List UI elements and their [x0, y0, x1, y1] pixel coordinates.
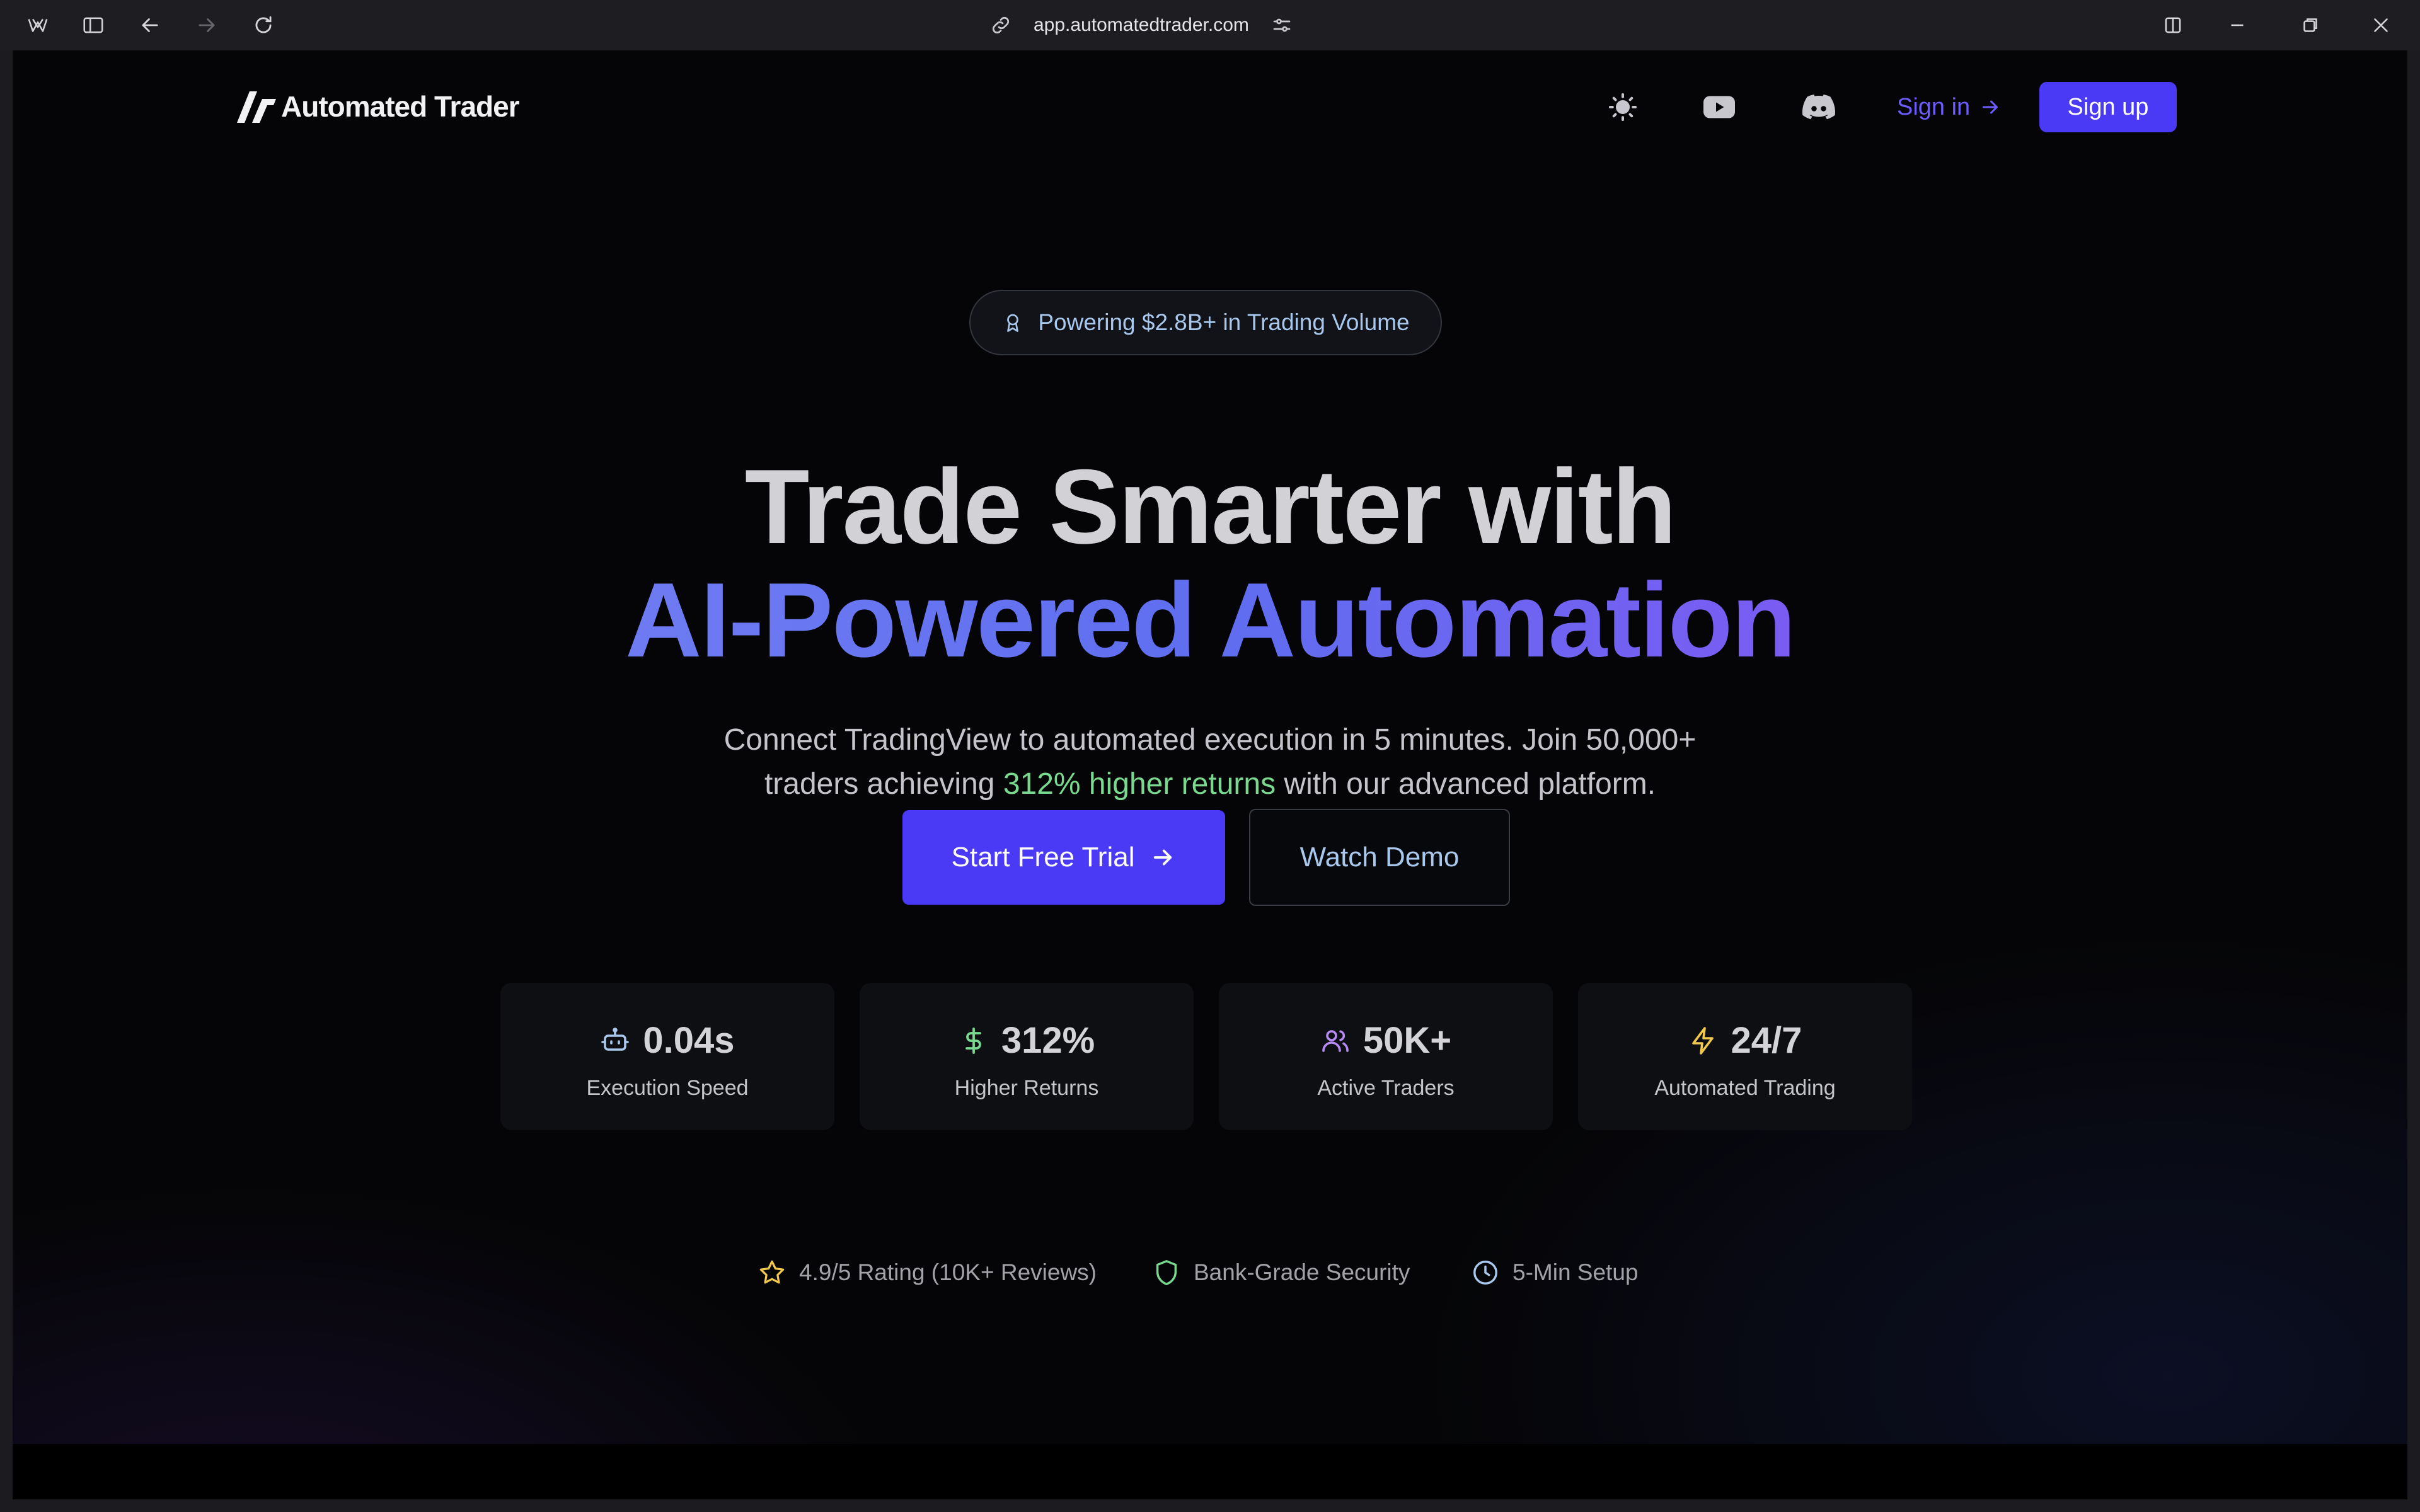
dollar-icon [965, 1027, 981, 1054]
arrow-right-icon [1154, 849, 1172, 866]
hero-title-line2: AI-Powered Automation [13, 567, 2407, 673]
trust-rating-text: 4.9/5 Rating (10K+ Reviews) [799, 1259, 1097, 1285]
trust-rating: 4.9/5 Rating (10K+ Reviews) [758, 1254, 1097, 1292]
trust-setup: 5-Min Setup [1471, 1254, 1639, 1292]
theme-toggle-icon[interactable] [1602, 88, 1644, 126]
arrow-right-icon [1983, 100, 1998, 114]
sidebar-toggle-icon[interactable] [77, 9, 110, 42]
minimize-icon[interactable] [2221, 9, 2254, 42]
stat-label: Active Traders [1317, 1076, 1455, 1100]
volume-badge-text: Powering $2.8B+ in Trading Volume [1038, 309, 1410, 335]
site-logo[interactable]: Automated Trader [234, 87, 520, 126]
subtitle-pre: traders achieving [764, 767, 1003, 801]
stat-value: 0.04s [643, 1020, 735, 1061]
trust-setup-text: 5-Min Setup [1512, 1259, 1639, 1285]
award-icon [1007, 314, 1019, 332]
sign-up-button[interactable]: Sign up [2039, 82, 2177, 132]
restore-icon[interactable] [2294, 9, 2327, 42]
trust-security: Bank-Grade Security [1152, 1254, 1410, 1292]
url-text[interactable]: app.automatedtrader.com [1034, 14, 1249, 36]
logo-text: Automated Trader [281, 90, 520, 123]
back-icon[interactable] [134, 9, 166, 42]
browser-logo-icon[interactable] [21, 9, 54, 42]
stat-card-automated-trading: 24/7 Automated Trading [1578, 983, 1912, 1130]
link-icon [992, 16, 1010, 34]
stat-value: 24/7 [1731, 1020, 1802, 1061]
stat-label: Higher Returns [954, 1076, 1099, 1100]
forward-icon[interactable] [190, 9, 223, 42]
star-icon [759, 1260, 785, 1284]
volume-badge: Powering $2.8B+ in Trading Volume [969, 290, 1442, 355]
page-bottom-band [13, 1444, 2407, 1499]
hero-subtitle-line2: traders achieving 312% higher returns wi… [13, 762, 2407, 806]
stat-card-higher-returns: 312% Higher Returns [860, 983, 1194, 1130]
clock-icon [1473, 1261, 1497, 1285]
watch-demo-button[interactable]: Watch Demo [1249, 809, 1510, 906]
stat-label: Execution Speed [586, 1076, 749, 1100]
shield-icon [1156, 1260, 1177, 1285]
sign-in-label: Sign in [1897, 93, 1971, 120]
stat-card-active-traders: 50K+ Active Traders [1219, 983, 1553, 1130]
hero-title-line1: Trade Smarter with [744, 447, 1677, 566]
lightning-icon [1691, 1026, 1714, 1055]
close-icon[interactable] [2365, 9, 2397, 42]
stat-value: 50K+ [1363, 1020, 1452, 1061]
subtitle-highlight: 312% higher returns [1003, 767, 1276, 801]
trust-security-text: Bank-Grade Security [1194, 1259, 1410, 1285]
hero-title-gradient-text: AI-Powered Automation [625, 561, 1796, 679]
robot-icon [601, 1027, 630, 1051]
watch-demo-label: Watch Demo [1299, 842, 1460, 873]
users-icon [1322, 1029, 1349, 1052]
stat-value: 312% [1001, 1020, 1095, 1061]
hero-subtitle-line1: Connect TradingView to automated executi… [723, 723, 1697, 757]
stat-label: Automated Trading [1654, 1076, 1836, 1100]
site-settings-icon[interactable] [1270, 14, 1293, 37]
reload-icon[interactable] [247, 9, 280, 42]
start-free-trial-label: Start Free Trial [951, 842, 1135, 873]
address-bar[interactable]: app.automatedtrader.com [989, 8, 1323, 43]
split-view-icon[interactable] [2157, 9, 2189, 42]
start-free-trial-button[interactable]: Start Free Trial [902, 810, 1225, 905]
stat-card-execution-speed: 0.04s Execution Speed [500, 983, 834, 1130]
sign-in-link[interactable]: Sign in [1897, 89, 2002, 125]
sign-up-label: Sign up [2067, 93, 2149, 120]
discord-icon[interactable] [1796, 88, 1841, 126]
subtitle-post: with our advanced platform. [1276, 767, 1656, 801]
youtube-icon[interactable] [1697, 88, 1742, 126]
logo-mark-icon [237, 91, 276, 123]
browser-toolbar: app.automatedtrader.com [0, 0, 2420, 50]
page-viewport: Automated Trader Sign in Sign up Powerin… [13, 50, 2407, 1444]
